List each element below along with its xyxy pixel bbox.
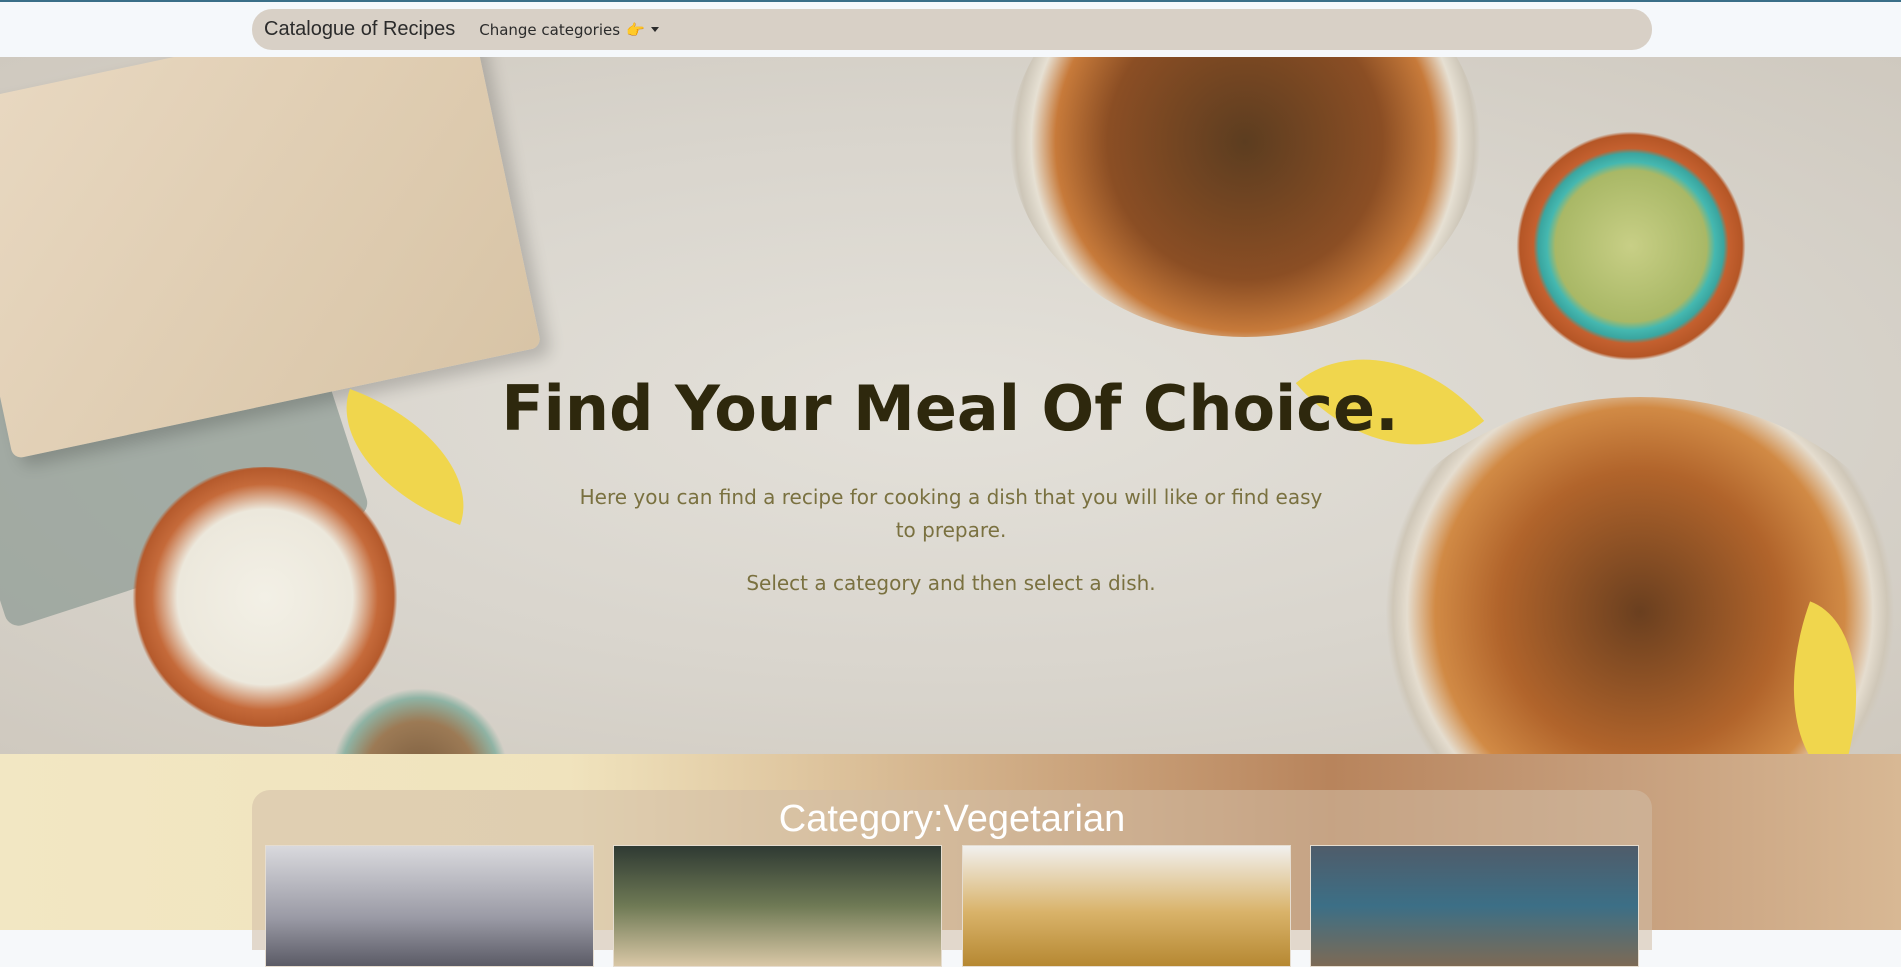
category-title: Category:Vegetarian [778,798,1126,840]
caret-down-icon [650,27,659,32]
dip-bowl-image [120,467,410,727]
hero-description: Here you can find a recipe for cooking a… [579,485,1323,542]
change-categories-dropdown[interactable]: Change categories 👉 [479,21,659,39]
dropdown-label: Change categories [479,20,621,39]
recipe-card[interactable] [613,845,942,967]
recipe-card[interactable] [962,845,1291,967]
hero-title: Find Your Meal Of Choice. [501,372,1399,445]
hero-instruction: Select a category and then select a dish… [746,571,1156,595]
recipe-card[interactable] [265,845,594,967]
guacamole-bowl-image [1512,127,1750,365]
food-bowl-image [1010,57,1480,337]
recipe-card[interactable] [1310,845,1639,967]
brand-link[interactable]: Catalogue of Recipes [264,18,455,41]
navbar-container: Catalogue of Recipes Change categories 👉 [0,2,1901,57]
pointing-hand-icon: 👉 [626,20,645,39]
hero-banner: Find Your Meal Of Choice. Here you can f… [0,57,1901,754]
navbar: Catalogue of Recipes Change categories 👉 [252,9,1652,50]
category-panel: Category:Vegetarian [252,790,1652,967]
